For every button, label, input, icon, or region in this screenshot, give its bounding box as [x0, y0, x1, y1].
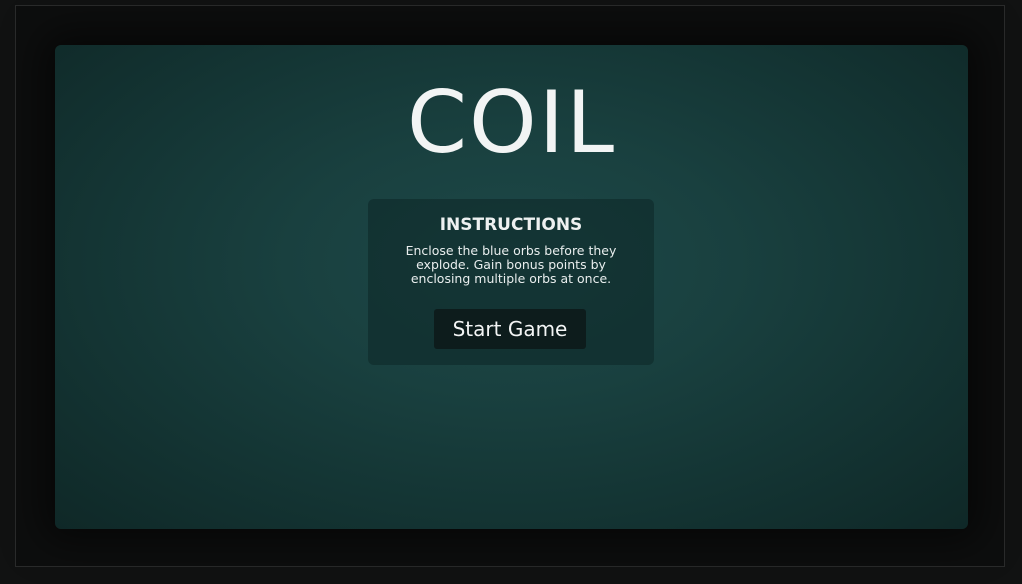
instructions-panel: INSTRUCTIONS Enclose the blue orbs befor…	[368, 199, 654, 365]
game-title: COIL	[406, 73, 617, 173]
instructions-heading: INSTRUCTIONS	[439, 215, 583, 235]
game-canvas[interactable]: COIL INSTRUCTIONS Enclose the blue orbs …	[55, 45, 968, 529]
start-game-button[interactable]: Start Game	[434, 309, 586, 349]
instructions-text: Enclose the blue orbs before they explod…	[405, 243, 617, 286]
